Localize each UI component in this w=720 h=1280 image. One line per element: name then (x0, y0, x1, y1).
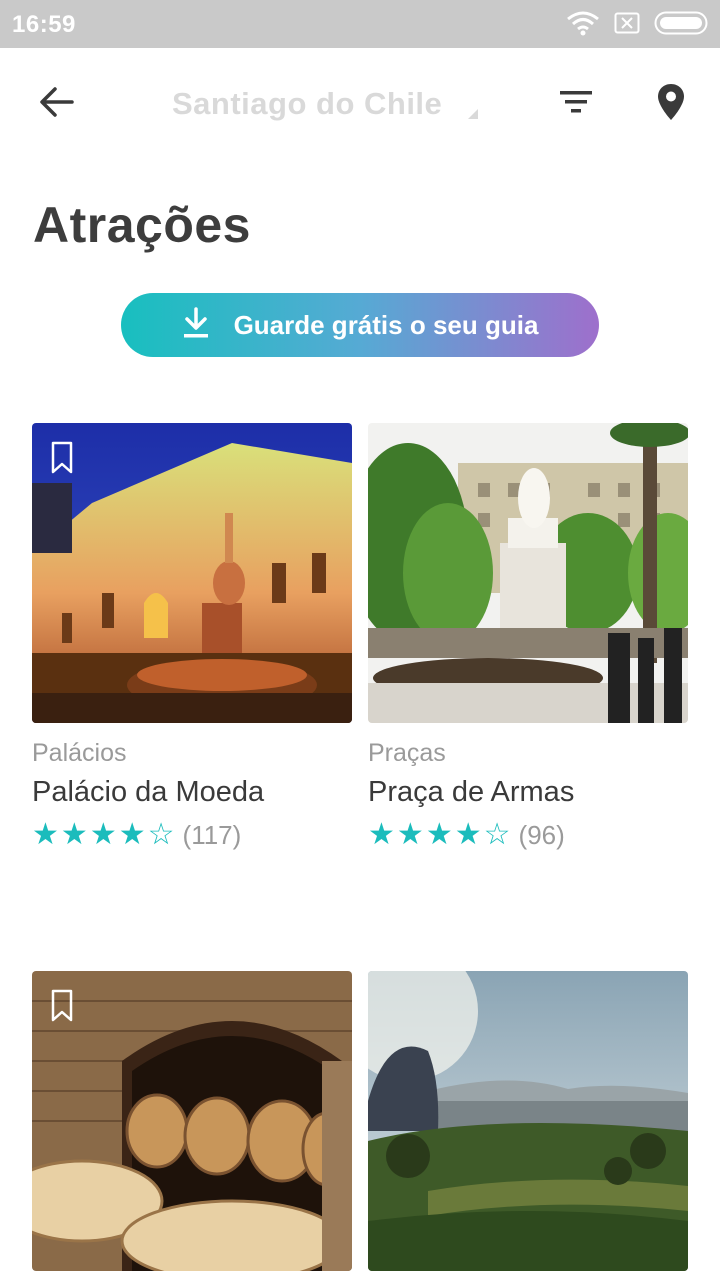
attraction-card[interactable]: Palácios Palácio da Moeda ★ ★ ★ ★ ☆ (117… (32, 423, 352, 851)
star-filled-icon: ★ (32, 818, 59, 851)
star-filled-icon: ★ (454, 818, 482, 851)
page-title: Atrações (33, 197, 251, 253)
wine-cellar-photo (32, 971, 352, 1271)
star-empty-icon: ☆ (147, 818, 175, 851)
back-button[interactable] (30, 78, 82, 130)
star-empty-icon: ☆ (483, 818, 511, 851)
map-button[interactable] (646, 78, 696, 130)
card-rating: ★ ★ ★ ★ ☆ (117) (32, 819, 352, 851)
review-count: (96) (518, 819, 565, 850)
city-dropdown-caret-icon (468, 109, 478, 119)
card-category: Palácios (32, 739, 127, 767)
star-filled-icon: ★ (60, 818, 88, 851)
map-pin-icon (657, 83, 685, 126)
attraction-card[interactable] (32, 971, 352, 1271)
star-filled-icon: ★ (118, 818, 146, 851)
download-icon (182, 306, 210, 344)
star-rating: ★ ★ ★ ★ ☆ (32, 819, 175, 851)
wifi-icon (566, 10, 600, 41)
top-app-bar: Santiago do Chile (0, 48, 720, 160)
palace-photo (32, 423, 352, 723)
filter-button[interactable] (552, 80, 600, 128)
status-bar: 16:59 (0, 0, 720, 48)
arrow-left-icon (38, 86, 74, 123)
city-selector[interactable]: Santiago do Chile (172, 86, 480, 126)
card-title: Praça de Armas (368, 776, 575, 808)
status-icons (566, 10, 708, 41)
star-rating: ★ ★ ★ ★ ☆ (368, 819, 511, 851)
battery-icon (654, 11, 708, 40)
download-guide-button[interactable]: Guarde grátis o seu guia (121, 293, 599, 357)
attraction-card[interactable]: Praças Praça de Armas ★ ★ ★ ★ ☆ (96) (368, 423, 688, 851)
card-category: Praças (368, 739, 446, 767)
sim-card-icon (614, 12, 640, 39)
filter-icon (559, 89, 593, 120)
bookmark-icon[interactable] (50, 989, 74, 1023)
card-title: Palácio da Moeda (32, 776, 265, 808)
hill-view-photo (368, 971, 688, 1271)
star-filled-icon: ★ (368, 818, 395, 851)
attraction-card[interactable] (368, 971, 688, 1271)
download-guide-label: Guarde grátis o seu guia (233, 309, 539, 340)
star-filled-icon: ★ (425, 818, 453, 851)
star-filled-icon: ★ (396, 818, 424, 851)
plaza-photo (368, 423, 688, 723)
bookmark-icon[interactable] (50, 441, 74, 475)
status-time: 16:59 (12, 11, 76, 38)
card-rating: ★ ★ ★ ★ ☆ (96) (368, 819, 688, 851)
star-filled-icon: ★ (89, 818, 117, 851)
review-count: (117) (182, 819, 242, 850)
